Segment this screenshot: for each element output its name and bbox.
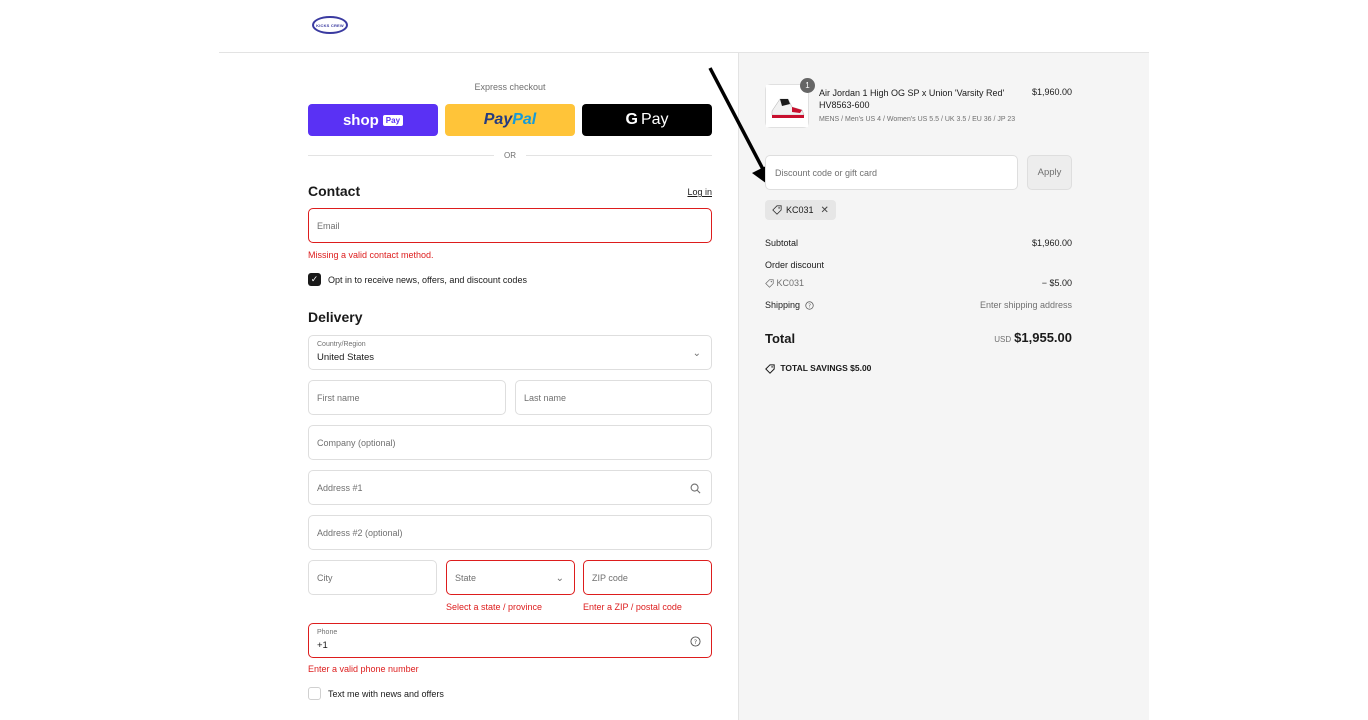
phone-error: Enter a valid phone number xyxy=(308,664,419,674)
email-field[interactable]: Email xyxy=(308,208,712,243)
state-placeholder: State xyxy=(455,573,477,583)
shop-pay-label: shop xyxy=(342,111,379,129)
order-summary-panel xyxy=(738,53,1149,720)
total-value: $1,955.00 xyxy=(1014,330,1072,345)
tag-icon xyxy=(772,205,782,216)
sms-checkbox[interactable] xyxy=(308,687,321,700)
discount-code-row: KC031 − $5.00 xyxy=(765,278,1072,288)
product-thumbnail: 1 xyxy=(765,78,815,128)
shipping-value: Enter shipping address xyxy=(979,300,1072,310)
savings-label: TOTAL SAVINGS xyxy=(780,363,848,373)
google-pay-label: Pay xyxy=(640,111,669,128)
discount-code-text: KC031 xyxy=(776,278,805,288)
close-icon[interactable]: ✕ xyxy=(821,205,829,216)
help-circle-icon[interactable]: ? xyxy=(803,300,814,310)
contact-heading: Contact xyxy=(308,183,361,199)
company-field[interactable]: Company (optional) xyxy=(308,425,712,460)
paypal-label-part1: Pay xyxy=(483,111,513,128)
apply-discount-button[interactable]: Apply xyxy=(1027,155,1072,190)
quantity-badge: 1 xyxy=(800,78,815,93)
applied-code-text: KC031 xyxy=(786,205,814,215)
express-checkout-title: Express checkout xyxy=(474,82,546,92)
paypal-button[interactable]: Pay Pal xyxy=(445,104,575,136)
shipping-row: Shipping ? Enter shipping address xyxy=(765,300,1072,310)
zip-placeholder: ZIP code xyxy=(592,573,628,583)
discount-placeholder: Discount code or gift card xyxy=(775,168,878,178)
google-g-icon: G xyxy=(625,111,638,128)
phone-value: +1 xyxy=(317,640,328,651)
first-name-placeholder: First name xyxy=(317,393,360,403)
savings-value: $5.00 xyxy=(850,363,872,373)
total-amount: USD $1,955.00 xyxy=(994,330,1072,345)
sms-label: Text me with news and offers xyxy=(328,688,444,699)
google-pay-button[interactable]: G Pay xyxy=(582,104,712,136)
search-icon[interactable] xyxy=(690,471,701,506)
chevron-down-icon: ⌄ xyxy=(555,573,564,584)
checkmark-icon: ✓ xyxy=(310,274,319,284)
site-header: KICKS CREW xyxy=(0,0,1368,52)
zip-field[interactable]: ZIP code xyxy=(583,560,712,595)
tag-icon xyxy=(765,363,780,374)
shop-pay-badge: Pay xyxy=(382,114,404,126)
tag-icon xyxy=(765,278,777,288)
sneaker-image xyxy=(766,85,808,127)
state-select[interactable]: State ⌄ xyxy=(446,560,575,595)
product-name: Air Jordan 1 High OG SP x Union 'Varsity… xyxy=(819,88,1005,110)
optin-label: Opt in to receive news, offers, and disc… xyxy=(328,274,527,285)
subtotal-row: Subtotal $1,960.00 xyxy=(765,238,1072,248)
last-name-placeholder: Last name xyxy=(524,393,567,403)
company-placeholder: Company (optional) xyxy=(317,438,396,448)
order-discount-label: Order discount xyxy=(765,260,825,270)
chevron-down-icon: ⌄ xyxy=(692,348,701,359)
country-label: Country/Region xyxy=(317,341,366,348)
email-placeholder: Email xyxy=(317,221,340,231)
address1-field[interactable]: Address #1 xyxy=(308,470,712,505)
phone-field[interactable]: Phone +1 ? xyxy=(308,623,712,658)
total-currency: USD xyxy=(994,335,1012,344)
first-name-field[interactable]: First name xyxy=(308,380,506,415)
or-divider: OR xyxy=(308,151,712,160)
address2-placeholder: Address #2 (optional) xyxy=(317,528,403,538)
country-select[interactable]: Country/Region United States ⌄ xyxy=(308,335,712,370)
sms-optin-row[interactable]: Text me with news and offers xyxy=(308,687,444,700)
optin-checkbox[interactable]: ✓ xyxy=(308,273,321,286)
optin-row[interactable]: ✓ Opt in to receive news, offers, and di… xyxy=(308,273,527,286)
email-error: Missing a valid contact method. xyxy=(308,250,434,260)
total-savings: TOTAL SAVINGS $5.00 xyxy=(765,363,871,374)
product-variant: MENS / Men's US 4 / Women's US 5.5 / UK … xyxy=(819,116,1016,123)
order-discount-row: Order discount xyxy=(765,260,1072,270)
total-label: Total xyxy=(765,331,796,346)
zip-error: Enter a ZIP / postal code xyxy=(583,602,682,612)
or-text: OR xyxy=(504,151,516,160)
help-circle-icon[interactable]: ? xyxy=(690,624,701,659)
applied-code-chip: KC031 ✕ xyxy=(765,200,836,220)
brand-logo[interactable]: KICKS CREW xyxy=(312,16,348,34)
address1-placeholder: Address #1 xyxy=(317,483,363,493)
subtotal-label: Subtotal xyxy=(765,238,799,248)
product-price: $1,960.00 xyxy=(1031,87,1072,97)
city-placeholder: City xyxy=(317,573,333,583)
phone-label: Phone xyxy=(317,629,338,636)
address2-field[interactable]: Address #2 (optional) xyxy=(308,515,712,550)
shop-pay-button[interactable]: shop Pay xyxy=(308,104,438,136)
delivery-heading: Delivery xyxy=(308,309,363,325)
discount-code-input[interactable]: Discount code or gift card xyxy=(765,155,1018,190)
city-field[interactable]: City xyxy=(308,560,437,595)
shipping-label: Shipping xyxy=(765,300,801,310)
subtotal-value: $1,960.00 xyxy=(1031,238,1072,248)
svg-text:?: ? xyxy=(808,304,811,310)
svg-text:?: ? xyxy=(694,638,697,646)
discount-value: − $5.00 xyxy=(1041,278,1072,288)
state-error: Select a state / province xyxy=(446,602,543,612)
paypal-label-part2: Pal xyxy=(512,111,537,128)
last-name-field[interactable]: Last name xyxy=(515,380,712,415)
country-value: United States xyxy=(317,352,375,363)
